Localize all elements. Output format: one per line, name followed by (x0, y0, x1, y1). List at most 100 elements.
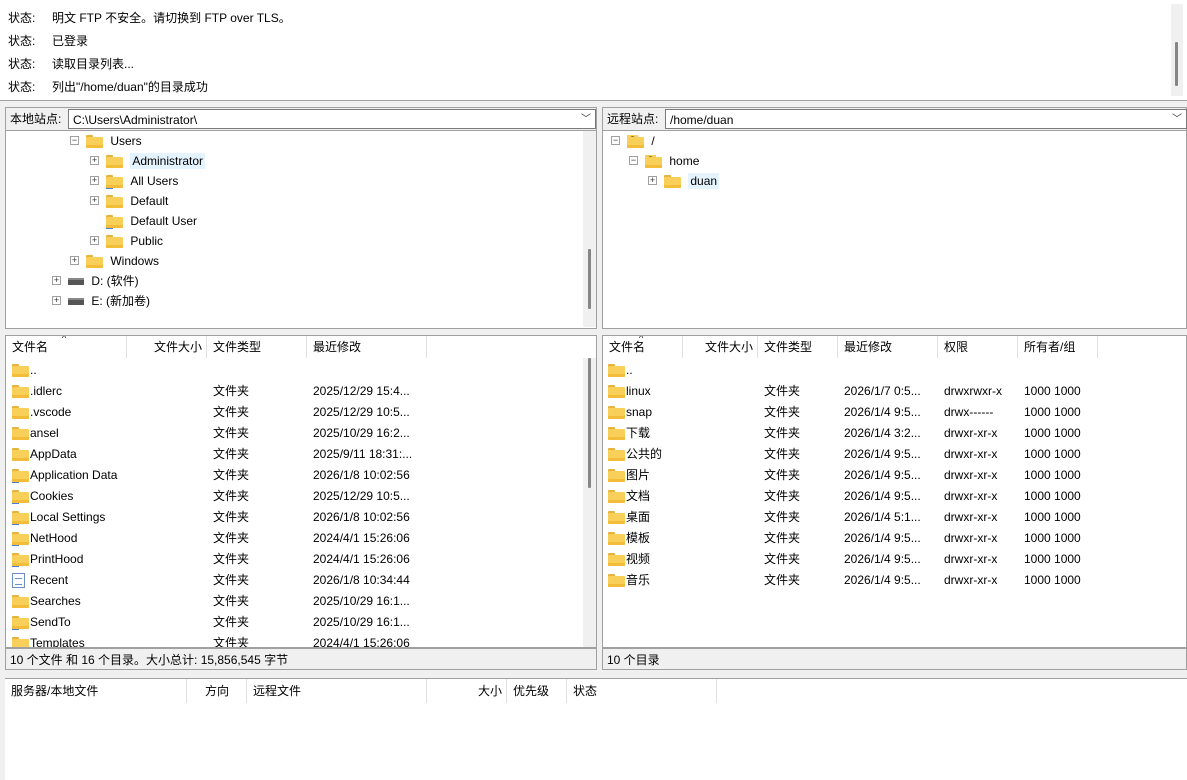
column-header-filesize[interactable]: 文件大小 (127, 336, 207, 358)
log-scrollbar[interactable] (1171, 4, 1183, 96)
table-row[interactable]: 文档 文件夹 2026/1/4 9:5... drwxr-xr-x 1000 1000 (608, 486, 1178, 507)
table-row[interactable]: 音乐 文件夹 2026/1/4 9:5... drwxr-xr-x 1000 1000 (608, 570, 1178, 591)
expand-icon[interactable]: + (90, 236, 99, 245)
table-row[interactable]: .. (12, 360, 577, 381)
table-row[interactable]: .idlerc 文件夹 2025/12/29 15:4... (12, 381, 577, 402)
table-row[interactable]: 模板 文件夹 2026/1/4 9:5... drwxr-xr-x 1000 1000 (608, 528, 1178, 549)
remote-site-path-dropdown[interactable]: /home/duan ﹀ (665, 109, 1187, 129)
expand-icon[interactable]: + (90, 196, 99, 205)
table-row[interactable]: 公共的 文件夹 2026/1/4 9:5... drwxr-xr-x 1000 1000 (608, 444, 1178, 465)
local-status-bar: 10 个文件 和 16 个目录。大小总计: 15,856,545 字节 (5, 648, 597, 670)
table-row[interactable]: Recent 文件夹 2026/1/8 10:34:44 (12, 570, 577, 591)
file-name: Application Data (30, 468, 118, 482)
local-site-path-dropdown[interactable]: C:\Users\Administrator\ ﹀ (68, 109, 596, 129)
column-header-owner[interactable]: 所有者/组 (1018, 336, 1098, 358)
column-header-modified[interactable]: 最近修改 (838, 336, 938, 358)
table-row[interactable]: 图片 文件夹 2026/1/4 9:5... drwxr-xr-x 1000 1000 (608, 465, 1178, 486)
expand-icon[interactable]: + (52, 276, 61, 285)
column-header-filetype[interactable]: 文件类型 (758, 336, 838, 358)
remote-directory-tree[interactable]: − ? / − ? home + duan (602, 131, 1187, 329)
tree-node-all-users[interactable]: + ↗ All Users (90, 171, 178, 191)
tree-node-drive-e[interactable]: + E: (新加卷) (52, 291, 150, 311)
tree-node-drive-d[interactable]: + D: (软件) (52, 271, 139, 291)
scrollbar-thumb[interactable] (588, 358, 591, 488)
file-permissions: drwx------ (944, 405, 994, 419)
scrollbar-thumb[interactable] (588, 249, 591, 309)
table-row[interactable]: 桌面 文件夹 2026/1/4 5:1... drwxr-xr-x 1000 1000 (608, 507, 1178, 528)
file-permissions: drwxr-xr-x (944, 510, 998, 524)
tree-node-users[interactable]: − Users (70, 131, 142, 151)
table-row[interactable]: linux 文件夹 2026/1/7 0:5... drwxrwxr-x 1000 10… (608, 381, 1178, 402)
file-type: 文件夹 (764, 447, 801, 461)
message-log[interactable]: 状态: 明文 FTP 不安全。请切换到 FTP over TLS。 状态: 已登录 … (0, 0, 1187, 101)
table-row[interactable]: ansel 文件夹 2025/10/29 16:2... (12, 423, 577, 444)
table-row[interactable]: ↗ SendTo 文件夹 2025/10/29 16:1... (12, 612, 577, 633)
table-row[interactable]: ↗ Cookies 文件夹 2025/12/29 10:5... (12, 486, 577, 507)
remote-file-list[interactable]: 文件名 ^ 文件大小 文件类型 最近修改 权限 所有者/组 .. linux 文件夹 2… (602, 335, 1187, 648)
tree-node-default[interactable]: + Default (90, 191, 168, 211)
expand-icon[interactable]: + (90, 156, 99, 165)
table-row[interactable]: snap 文件夹 2026/1/4 9:5... drwx------ 1000 100… (608, 402, 1178, 423)
tree-node-default-user[interactable]: ↗ Default User (90, 211, 197, 231)
column-header-filetype[interactable]: 文件类型 (207, 336, 307, 358)
collapse-icon[interactable]: − (70, 136, 79, 145)
column-header-modified[interactable]: 最近修改 (307, 336, 427, 358)
file-modified: 2024/4/1 15:26:06 (313, 552, 410, 566)
table-row[interactable]: .. (608, 360, 1178, 381)
expand-icon[interactable]: + (70, 256, 79, 265)
tree-node-public[interactable]: + Public (90, 231, 163, 251)
tree-node-home[interactable]: − ? home (629, 151, 699, 171)
file-modified: 2026/1/4 3:2... (844, 426, 921, 440)
folder-icon (608, 427, 625, 440)
file-name: 音乐 (626, 573, 651, 587)
file-modified: 2026/1/4 9:5... (844, 405, 921, 419)
expand-icon[interactable]: + (52, 296, 61, 305)
file-modified: 2025/12/29 10:5... (313, 489, 410, 503)
file-name: .. (626, 363, 633, 377)
folder-icon (608, 532, 625, 545)
table-row[interactable]: 视频 文件夹 2026/1/4 9:5... drwxr-xr-x 1000 1000 (608, 549, 1178, 570)
collapse-icon[interactable]: − (611, 136, 620, 145)
tree-node-administrator[interactable]: + Administrator (90, 151, 206, 171)
queue-header-size[interactable]: 大小 (427, 679, 507, 703)
queue-header-local-file[interactable]: 服务器/本地文件 (5, 679, 187, 703)
table-row[interactable]: ↗ Application Data 文件夹 2026/1/8 10:02:56 (12, 465, 577, 486)
queue-header-remote-file[interactable]: 远程文件 (247, 679, 427, 703)
table-row[interactable]: ↗ NetHood 文件夹 2024/4/1 15:26:06 (12, 528, 577, 549)
column-header-filename[interactable]: 文件名 ^ (603, 336, 683, 358)
file-name: SendTo (30, 615, 71, 629)
tree-node-windows[interactable]: + Windows (70, 251, 159, 271)
file-name: NetHood (30, 531, 78, 545)
column-header-filename[interactable]: 文件名 ^ (6, 336, 127, 358)
expand-icon[interactable]: + (648, 176, 657, 185)
local-file-list[interactable]: 文件名 ^ 文件大小 文件类型 最近修改 .. .idlerc 文件夹 2025/12/… (5, 335, 597, 648)
file-type: 文件夹 (764, 426, 801, 440)
file-name: 模板 (626, 531, 651, 545)
folder-icon (12, 595, 29, 608)
expand-icon[interactable]: + (90, 176, 99, 185)
file-owner: 1000 1000 (1024, 489, 1081, 503)
log-scrollbar-thumb[interactable] (1175, 42, 1178, 86)
table-row[interactable]: .vscode 文件夹 2025/12/29 10:5... (12, 402, 577, 423)
file-owner: 1000 1000 (1024, 573, 1081, 587)
queue-header-direction[interactable]: 方向 (187, 679, 247, 703)
local-tree-scrollbar[interactable] (583, 131, 596, 327)
tree-node-duan[interactable]: + duan (648, 171, 720, 191)
file-permissions: drwxrwxr-x (944, 384, 1002, 398)
column-header-permissions[interactable]: 权限 (938, 336, 1018, 358)
table-row[interactable]: ↗ PrintHood 文件夹 2024/4/1 15:26:06 (12, 549, 577, 570)
collapse-icon[interactable]: − (629, 156, 638, 165)
table-row[interactable]: ↗ Local Settings 文件夹 2026/1/8 10:02:56 (12, 507, 577, 528)
table-row[interactable]: AppData 文件夹 2025/9/11 18:31:... (12, 444, 577, 465)
column-header-filesize[interactable]: 文件大小 (683, 336, 758, 358)
table-row[interactable]: ↗ Templates 文件夹 2024/4/1 15:26:06 (12, 633, 577, 647)
local-list-scrollbar[interactable] (583, 358, 596, 647)
local-directory-tree[interactable]: − Users + Administrator + ↗ All Users + … (5, 131, 597, 329)
queue-header-priority[interactable]: 优先级 (507, 679, 567, 703)
queue-header-status[interactable]: 状态 (567, 679, 717, 703)
table-row[interactable]: Searches 文件夹 2025/10/29 16:1... (12, 591, 577, 612)
table-row[interactable]: 下载 文件夹 2026/1/4 3:2... drwxr-xr-x 1000 1000 (608, 423, 1178, 444)
folder-icon (608, 364, 625, 377)
transfer-queue[interactable]: 服务器/本地文件 方向 远程文件 大小 优先级 状态 (5, 678, 1187, 780)
tree-node-root[interactable]: − ? / (611, 131, 655, 151)
